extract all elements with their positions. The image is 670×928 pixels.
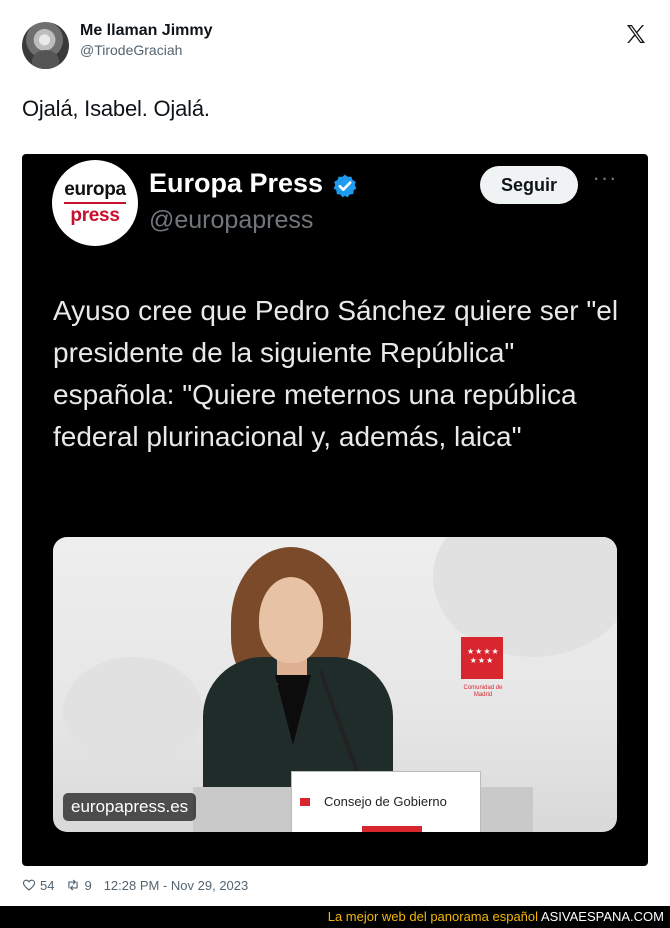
site-banner: La mejor web del panorama español ASIVAE… <box>0 906 670 928</box>
embedded-headline: Ayuso cree que Pedro Sánchez quiere ser … <box>53 295 619 452</box>
embedded-account-handle: @europapress <box>149 206 314 234</box>
tweet-text: Ojalá, Isabel. Ojalá. <box>22 96 210 121</box>
banner-site: ASIVAESPANA.COM <box>540 909 664 924</box>
embedded-tweet-screenshot[interactable]: europa press Europa Press @europapress S… <box>22 154 648 866</box>
background-decoration <box>63 657 203 767</box>
likes-count: 54 <box>40 877 55 893</box>
banner-tagline: La mejor web del panorama español <box>327 909 539 924</box>
x-logo-icon[interactable] <box>624 22 648 46</box>
tweet-header: Me llaman Jimmy @TirodeGraciah <box>22 18 648 74</box>
embedded-account-name: Europa Press <box>149 168 324 198</box>
photo-watermark: europapress.es <box>63 793 197 821</box>
person-face <box>259 577 323 663</box>
regional-logo-text: Comunidad de Madrid <box>463 685 503 698</box>
podium-label: Consejo de Gobierno <box>324 794 447 809</box>
retweet-icon[interactable] <box>66 878 80 892</box>
more-options-icon[interactable]: ··· <box>592 167 618 198</box>
banner-text[interactable]: La mejor web del panorama español ASIVAE… <box>328 909 664 924</box>
stars-icon: ★★★★ ★★★ <box>467 647 500 665</box>
verified-badge-icon <box>333 174 357 198</box>
author-handle[interactable]: @TirodeGraciah <box>80 42 182 58</box>
author-name[interactable]: Me llaman Jimmy <box>80 22 213 40</box>
tweet-timestamp[interactable]: 12:28 PM - Nov 29, 2023 <box>104 878 249 893</box>
podium-logo-icon <box>300 798 310 806</box>
logo-line2: press <box>70 205 120 226</box>
news-photo[interactable]: ★★★★ ★★★ Comunidad de Madrid Consejo de G… <box>53 537 617 832</box>
follow-button[interactable]: Seguir <box>480 166 578 204</box>
comunidad-madrid-logo: ★★★★ ★★★ <box>461 637 503 679</box>
logo-divider <box>64 202 126 204</box>
tweet-meta: 54 9 12:28 PM - Nov 29, 2023 <box>22 876 248 894</box>
avatar[interactable] <box>22 22 69 69</box>
europa-press-logo: europa press <box>52 160 138 246</box>
podium-red-strip <box>362 826 422 832</box>
podium: Consejo de Gobierno <box>291 771 481 832</box>
logo-line1: europa <box>64 179 126 200</box>
retweets-count: 9 <box>84 877 92 893</box>
heart-icon[interactable] <box>22 878 36 892</box>
